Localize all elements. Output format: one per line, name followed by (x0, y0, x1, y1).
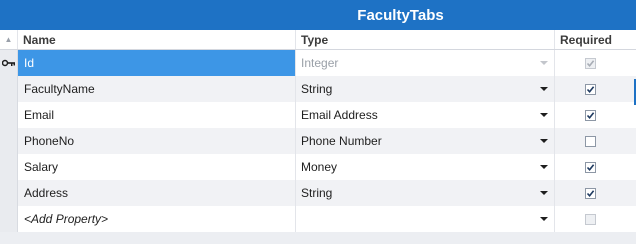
property-type-select[interactable]: Integer (296, 50, 555, 76)
chevron-down-icon (540, 139, 548, 143)
row-header (0, 206, 18, 232)
grid-header: ▲ Name Type Required (0, 30, 636, 50)
property-row-phoneno[interactable]: PhoneNo Phone Number (0, 128, 636, 154)
property-row-email[interactable]: Email Email Address (0, 102, 636, 128)
chevron-down-icon (540, 113, 548, 117)
property-name-cell[interactable]: Id (18, 50, 296, 76)
entity-title: FacultyTabs (357, 6, 444, 24)
chevron-down-icon (540, 217, 548, 221)
chevron-down-icon (540, 61, 548, 65)
property-row-facultyname[interactable]: FacultyName String (0, 76, 636, 102)
row-header (0, 102, 18, 128)
property-type-select[interactable] (296, 206, 555, 232)
row-header (0, 76, 18, 102)
column-header-name[interactable]: Name (18, 30, 296, 49)
required-checkbox[interactable] (585, 83, 596, 95)
required-cell (555, 154, 635, 180)
required-cell (555, 50, 635, 76)
property-name-cell[interactable]: Address (18, 180, 296, 206)
column-header-required[interactable]: Required (555, 30, 635, 49)
property-row-salary[interactable]: Salary Money (0, 154, 636, 180)
required-checkbox[interactable] (585, 187, 596, 199)
property-row-address[interactable]: Address String (0, 180, 636, 206)
entity-designer-window: FacultyTabs ▲ Name Type Required Id Inte… (0, 0, 636, 244)
property-type-value: Integer (301, 56, 339, 70)
chevron-down-icon (540, 87, 548, 91)
property-type-select[interactable]: String (296, 180, 555, 206)
property-name-cell[interactable]: Salary (18, 154, 296, 180)
properties-grid: ▲ Name Type Required Id Integer FacultyN… (0, 30, 636, 232)
property-type-select[interactable]: String (296, 76, 555, 102)
required-checkbox[interactable] (585, 109, 596, 121)
property-name-cell[interactable]: FacultyName (18, 76, 296, 102)
required-checkbox[interactable] (585, 213, 596, 225)
property-name-cell[interactable]: PhoneNo (18, 128, 296, 154)
required-checkbox[interactable] (585, 135, 596, 147)
add-property-row[interactable]: <Add Property> (0, 206, 636, 232)
property-type-select[interactable]: Money (296, 154, 555, 180)
sort-indicator-icon: ▲ (0, 30, 18, 49)
property-type-select[interactable]: Email Address (296, 102, 555, 128)
chevron-down-icon (540, 191, 548, 195)
required-cell (555, 128, 635, 154)
row-header (0, 180, 18, 206)
property-name-cell[interactable]: Email (18, 102, 296, 128)
required-checkbox[interactable] (585, 57, 596, 69)
required-cell (555, 206, 635, 232)
required-cell (555, 102, 635, 128)
entity-title-bar: FacultyTabs (0, 0, 636, 30)
required-cell (555, 76, 635, 102)
property-type-value: String (301, 82, 333, 96)
chevron-down-icon (540, 165, 548, 169)
property-row-id[interactable]: Id Integer (0, 50, 636, 76)
row-header (0, 154, 18, 180)
required-checkbox[interactable] (585, 161, 596, 173)
property-type-value: String (301, 186, 333, 200)
row-header (0, 128, 18, 154)
required-cell (555, 180, 635, 206)
primary-key-icon (0, 50, 18, 76)
property-type-value: Money (301, 160, 338, 174)
column-header-type[interactable]: Type (296, 30, 555, 49)
property-type-value: Email Address (301, 108, 378, 122)
property-type-select[interactable]: Phone Number (296, 128, 555, 154)
property-type-value: Phone Number (301, 134, 382, 148)
add-property-placeholder[interactable]: <Add Property> (18, 206, 296, 232)
